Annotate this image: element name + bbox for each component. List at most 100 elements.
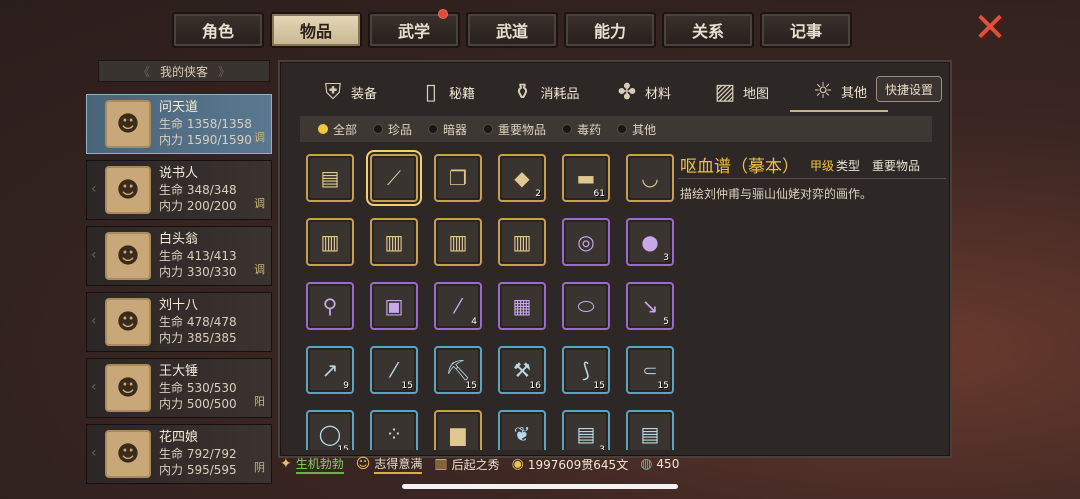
hero-card[interactable]: ‹ ☻ 说书人 生命 348/348 内力 200/200 调 xyxy=(86,160,272,220)
item-slot[interactable]: ⬭ xyxy=(562,282,610,330)
jade-value: 450 xyxy=(656,457,680,471)
item-slot[interactable]: ◎ xyxy=(562,218,610,266)
item-slot[interactable]: ⚒ 16 xyxy=(498,346,546,394)
quick-settings-button[interactable]: 快捷设置 xyxy=(876,76,942,102)
item-slot[interactable]: ▬ 61 xyxy=(562,154,610,202)
item-slot[interactable]: ◡ xyxy=(626,154,674,202)
item-slot[interactable]: ▥ xyxy=(370,218,418,266)
hero-mp: 内力 200/200 xyxy=(159,199,237,213)
item-slot[interactable]: ↘ 5 xyxy=(626,282,674,330)
hero-card[interactable]: ‹ ☻ 白头翁 生命 413/413 内力 330/330 调 xyxy=(86,226,272,286)
category-tabs: ⛨ 装备 ▯ 秘籍 ⚱ 消耗品 ✤ 材料 ▨ 地图 ☼ 其他 xyxy=(300,72,888,112)
item-slot[interactable]: ⸦ 15 xyxy=(626,346,674,394)
item-slot[interactable]: ● 3 xyxy=(626,218,674,266)
filter-option[interactable]: 全部 xyxy=(318,121,357,138)
item-slot[interactable]: ▤ xyxy=(626,410,674,450)
item-slot[interactable]: ⛏ 15 xyxy=(434,346,482,394)
mood-label: 志得意满 xyxy=(374,455,423,474)
item-slot[interactable]: ▥ xyxy=(306,218,354,266)
item-quantity: 15 xyxy=(401,381,413,391)
filter-option[interactable]: 其他 xyxy=(617,121,656,138)
item-slot[interactable]: ⚲ xyxy=(306,282,354,330)
item-slot[interactable]: ❦ xyxy=(498,410,546,450)
category-tab-1[interactable]: ▯ 秘籍 xyxy=(398,72,496,112)
filter-option[interactable]: 珍品 xyxy=(373,121,412,138)
rope-icon: ◎ xyxy=(577,230,595,254)
item-slot[interactable]: ⁘ xyxy=(370,410,418,450)
filter-option[interactable]: 毒药 xyxy=(562,121,601,138)
iron-balls-icon: ● xyxy=(641,230,659,254)
bow-icon: ⟆ xyxy=(582,358,590,382)
avatar: ☻ xyxy=(105,298,151,346)
tab-1[interactable]: 物品 xyxy=(270,12,362,48)
map-scroll-icon: ▦ xyxy=(512,294,532,318)
right-double-chevron-icon[interactable]: 》 xyxy=(218,63,230,80)
chevron-left-icon: ‹ xyxy=(91,445,97,461)
item-slot[interactable]: ❐ xyxy=(434,154,482,202)
category-label: 秘籍 xyxy=(448,86,475,102)
item-slot[interactable]: ▆ xyxy=(434,410,482,450)
item-type-label: 类型 xyxy=(836,159,861,173)
hero-mp: 内力 330/330 xyxy=(159,265,237,279)
category-tab-3[interactable]: ✤ 材料 xyxy=(594,72,692,112)
category-tab-4[interactable]: ▨ 地图 xyxy=(692,72,790,112)
category-tab-0[interactable]: ⛨ 装备 xyxy=(300,72,398,112)
parchment-icon: ▤ xyxy=(576,422,596,446)
tab-label: 角色 xyxy=(201,22,234,41)
chevron-left-icon: ‹ xyxy=(91,247,97,263)
item-slot[interactable]: ▥ xyxy=(498,218,546,266)
item-slot[interactable]: ⁄ 4 xyxy=(434,282,482,330)
hero-card[interactable]: ‹ ☻ 刘十八 生命 478/478 内力 385/385 xyxy=(86,292,272,352)
filter-option[interactable]: 暗器 xyxy=(428,121,467,138)
item-quantity: 5 xyxy=(663,317,669,327)
crystal-icon: ◆ xyxy=(514,166,530,190)
rank-status[interactable]: ▥ 后起之秀 xyxy=(434,456,499,473)
chevron-left-icon: ‹ xyxy=(91,115,97,131)
item-slot[interactable]: ↗ 9 xyxy=(306,346,354,394)
item-slot[interactable]: ⟋ xyxy=(366,150,422,206)
filter-option[interactable]: 重要物品 xyxy=(483,121,546,138)
left-double-chevron-icon[interactable]: 《 xyxy=(138,63,150,80)
rank-label: 后起之秀 xyxy=(451,457,500,472)
tab-2[interactable]: 武学 xyxy=(368,9,460,48)
hero-info: 花四娘 生命 792/792 内力 595/595 xyxy=(159,430,237,478)
hero-hp: 生命 478/478 xyxy=(159,315,237,329)
potion-icon: ⚱ xyxy=(513,79,532,105)
item-slot[interactable]: ▦ xyxy=(498,282,546,330)
tab-0[interactable]: 角色 xyxy=(172,12,264,48)
tab-4[interactable]: 能力 xyxy=(564,12,656,48)
bowl-icon: ◡ xyxy=(641,166,659,190)
home-indicator[interactable] xyxy=(402,484,678,489)
item-slot[interactable]: ▤ 3 xyxy=(562,410,610,450)
tab-3[interactable]: 武道 xyxy=(466,12,558,48)
money-status: ◉ 1997609贯645文 xyxy=(512,456,629,473)
vigor-status[interactable]: ✦ 生机勃勃 xyxy=(280,455,344,474)
close-icon[interactable]: ✕ xyxy=(968,8,1012,48)
filter-label: 珍品 xyxy=(388,122,413,137)
mood-status[interactable]: ☺ 志得意满 xyxy=(356,455,423,474)
item-slot[interactable]: ◆ 2 xyxy=(498,154,546,202)
item-slot[interactable]: ▤ xyxy=(306,154,354,202)
item-slot[interactable]: ▥ xyxy=(434,218,482,266)
rolled-scroll-icon: ⟋ xyxy=(387,166,401,190)
hero-card[interactable]: ‹ ☻ 花四娘 生命 792/792 内力 595/595 阴 xyxy=(86,424,272,484)
hero-card[interactable]: ‹ ☻ 王大锤 生命 530/530 内力 500/500 阳 xyxy=(86,358,272,418)
tab-label: 记事 xyxy=(789,22,822,41)
hero-list-title: 我的侠客 xyxy=(159,64,208,79)
tab-5[interactable]: 关系 xyxy=(662,12,754,48)
item-slot[interactable]: ▣ xyxy=(370,282,418,330)
face-icon: ☺ xyxy=(355,456,371,472)
item-slot[interactable]: ⟆ 15 xyxy=(562,346,610,394)
scroll-icon: ▤ xyxy=(320,166,340,190)
category-tab-2[interactable]: ⚱ 消耗品 xyxy=(496,72,594,112)
brown-book-icon: ▥ xyxy=(448,230,468,254)
item-slot[interactable]: ◯ 15 xyxy=(306,410,354,450)
item-slot[interactable]: ⁄ 15 xyxy=(370,346,418,394)
brick-icon: ▆ xyxy=(450,422,466,446)
hero-card[interactable]: ‹ ☻ 问天道 生命 1358/1358 内力 1590/1590 调 xyxy=(86,94,272,154)
hero-tag: 阴 xyxy=(254,461,265,474)
category-tab-5[interactable]: ☼ 其他 xyxy=(790,72,888,112)
tube-icon: ⁄ xyxy=(456,294,460,318)
hero-info: 说书人 生命 348/348 内力 200/200 xyxy=(159,166,237,214)
tab-6[interactable]: 记事 xyxy=(760,12,852,48)
